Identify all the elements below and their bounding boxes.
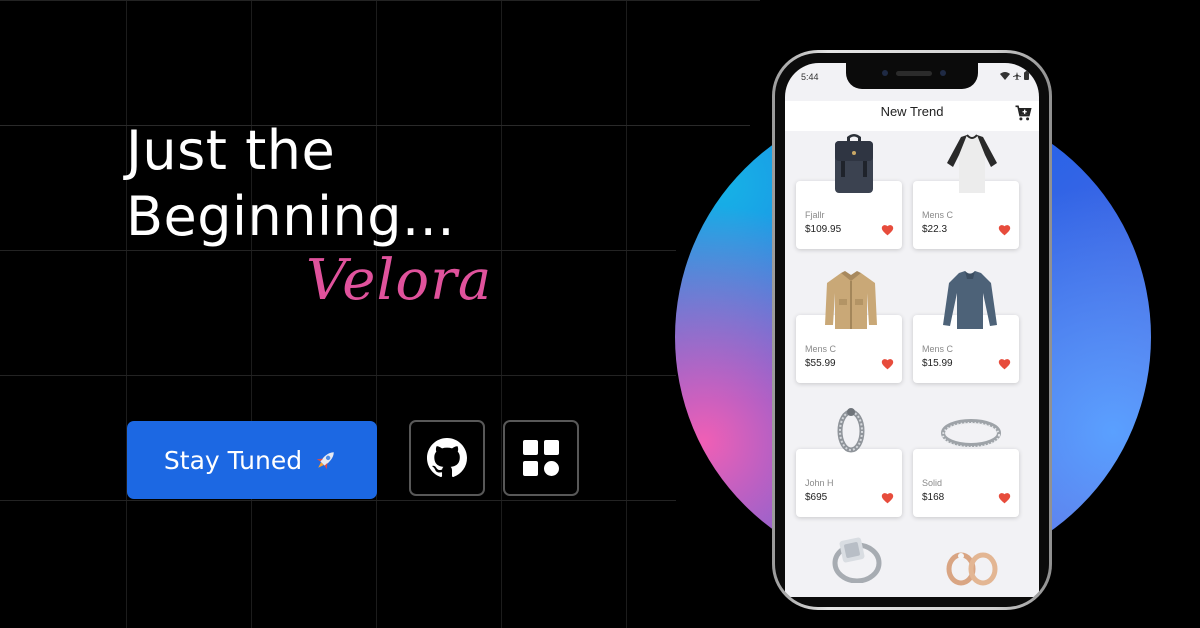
- wifi-icon: [1000, 71, 1010, 80]
- diamond-ring-image: [832, 537, 882, 583]
- banner: Just the Beginning... Velora Stay Tuned: [0, 0, 1200, 628]
- apps-button[interactable]: [503, 420, 579, 496]
- product-price: $695: [805, 492, 828, 503]
- grid-line: [0, 0, 760, 1]
- airplane-icon: [1013, 71, 1021, 80]
- heart-icon[interactable]: [998, 224, 1011, 236]
- apps-grid-icon: [523, 440, 559, 476]
- brand-wordmark: Velora: [306, 248, 493, 313]
- phone-mockup: 5:44 New Trend Fjallr $109.95 Mens C $22…: [772, 50, 1052, 610]
- background-grid: [0, 0, 760, 628]
- raglan-tshirt-image: [947, 134, 997, 193]
- product-name: Solid: [922, 478, 943, 488]
- github-icon: [427, 438, 467, 478]
- status-icons: [1000, 71, 1029, 80]
- phone-notch: [846, 63, 978, 89]
- product-price: $22.3: [922, 224, 948, 235]
- product-price: $15.99: [922, 358, 953, 369]
- headline-line-1: Just the: [126, 119, 336, 182]
- product-name: Mens C: [922, 210, 954, 220]
- github-button[interactable]: [409, 420, 485, 496]
- battery-icon: [1024, 71, 1029, 80]
- product-name: Mens C: [922, 344, 954, 354]
- sensor-icon: [940, 70, 946, 76]
- product-price: $109.95: [805, 224, 842, 235]
- heart-icon[interactable]: [881, 492, 894, 504]
- rocket-icon: [316, 452, 334, 470]
- product-card[interactable]: Solid $168: [913, 449, 1019, 517]
- phone-screen: 5:44 New Trend Fjallr $109.95 Mens C $22…: [785, 63, 1039, 597]
- app-title: New Trend: [880, 104, 944, 119]
- speaker-grille: [896, 71, 932, 76]
- status-time: 5:44: [801, 72, 819, 82]
- product-name: John H: [805, 478, 834, 488]
- long-sleeve-shirt-image: [943, 271, 997, 329]
- product-price: $55.99: [805, 358, 836, 369]
- grid-line: [376, 0, 377, 628]
- product-card[interactable]: John H $695: [796, 449, 902, 517]
- heart-icon[interactable]: [881, 224, 894, 236]
- ring-image: [941, 419, 1001, 448]
- heart-icon[interactable]: [881, 358, 894, 370]
- stay-tuned-button[interactable]: Stay Tuned: [127, 421, 377, 499]
- grid-line: [0, 375, 676, 376]
- app-bar: New Trend: [785, 101, 1039, 131]
- grid-line: [501, 0, 502, 628]
- grid-line: [126, 0, 127, 628]
- backpack-image: [835, 134, 873, 193]
- headline-line-2: Beginning...: [126, 185, 455, 248]
- stay-tuned-label: Stay Tuned: [163, 445, 303, 475]
- heart-icon[interactable]: [998, 492, 1011, 504]
- grid-line: [251, 0, 252, 628]
- headline: Just the Beginning...: [126, 118, 455, 250]
- product-name: Fjallr: [805, 210, 825, 220]
- jacket-image: [825, 271, 877, 329]
- grid-line: [626, 0, 627, 628]
- heart-icon[interactable]: [998, 358, 1011, 370]
- bracelet-image: [837, 408, 865, 453]
- grid-line: [0, 500, 676, 501]
- phone-bezel: 5:44 New Trend Fjallr $109.95 Mens C $22…: [775, 53, 1049, 607]
- product-name: Mens C: [805, 344, 837, 354]
- add-cart-icon[interactable]: [1013, 103, 1033, 123]
- camera-icon: [882, 70, 888, 76]
- product-price: $168: [922, 492, 945, 503]
- rose-gold-rings-image: [946, 552, 998, 586]
